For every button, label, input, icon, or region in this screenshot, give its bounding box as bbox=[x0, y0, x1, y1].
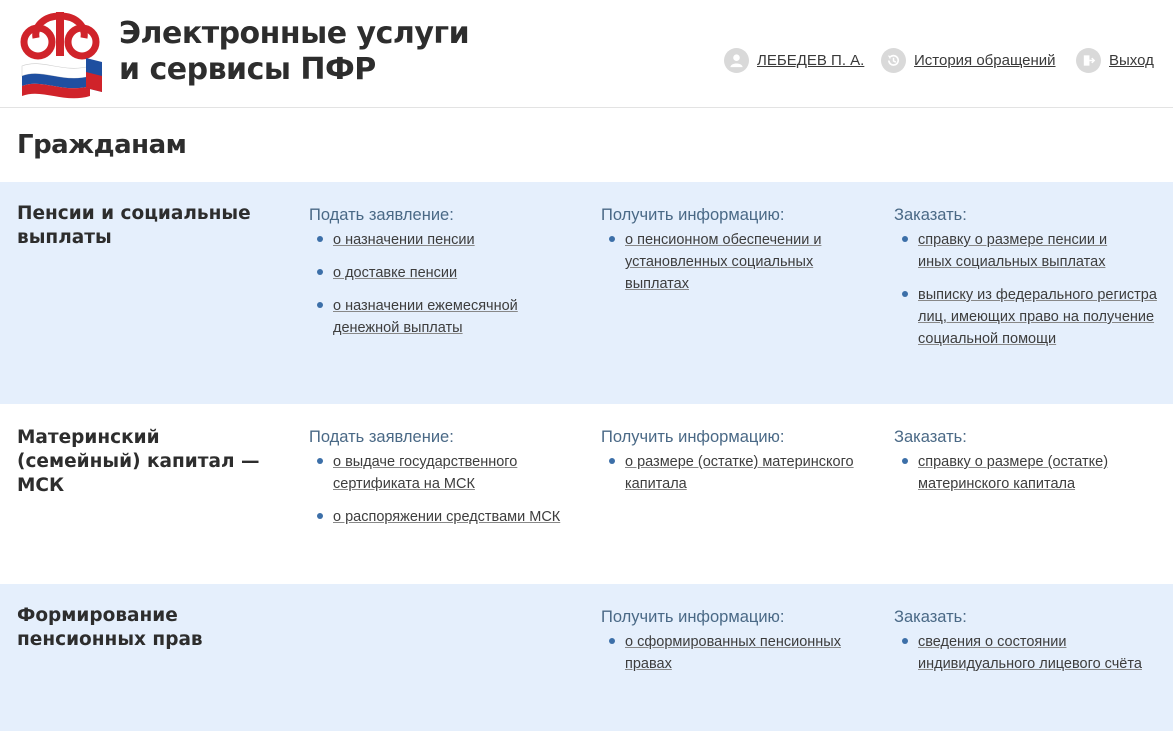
service-link[interactable]: о выдаче государственного сертификата на… bbox=[333, 451, 533, 495]
apply-heading: Подать заявление: bbox=[309, 428, 454, 446]
service-link[interactable]: о доставке пенсии bbox=[333, 262, 579, 284]
service-link[interactable]: о пенсионном обеспечении и установленных… bbox=[625, 229, 840, 295]
logout-link[interactable]: Выход bbox=[1109, 52, 1154, 69]
order-list: справку о размере пенсии и иных социальн… bbox=[894, 229, 1160, 350]
section-title: Материнский (семейный) капитал — МСК bbox=[17, 427, 260, 496]
service-link[interactable]: о назначении ежемесячной денежной выплат… bbox=[333, 295, 533, 339]
apply-column: Подать заявление: о выдаче государственн… bbox=[309, 426, 579, 539]
list-item: справку о размере пенсии и иных социальн… bbox=[894, 229, 1160, 273]
user-name-link[interactable]: ЛЕБЕДЕВ П. А. bbox=[757, 52, 864, 69]
user-avatar-icon bbox=[724, 47, 749, 73]
site-title-line2: и сервисы ПФР bbox=[119, 52, 376, 87]
order-heading: Заказать: bbox=[894, 206, 967, 224]
list-item: справку о размере (остатке) материнского… bbox=[894, 451, 1160, 495]
history-clock-icon bbox=[881, 47, 906, 73]
list-item: о выдаче государственного сертификата на… bbox=[309, 451, 579, 495]
info-column: Получить информацию: о размере (остатке)… bbox=[601, 426, 871, 506]
list-item: о размере (остатке) материнского капитал… bbox=[601, 451, 871, 495]
list-item: о сформированных пенсионных правах bbox=[601, 631, 871, 675]
section-title: Формирование пенсионных прав bbox=[17, 605, 203, 650]
site-header: Электронные услуги и сервисы ПФР ЛЕБЕДЕВ… bbox=[0, 0, 1173, 108]
service-link[interactable]: сведения о состоянии индивидуального лиц… bbox=[918, 631, 1158, 675]
info-heading: Получить информацию: bbox=[601, 608, 785, 626]
info-column: Получить информацию: о сформированных пе… bbox=[601, 606, 871, 686]
apply-list: о выдаче государственного сертификата на… bbox=[309, 451, 579, 528]
list-item: о распоряжении средствами МСК bbox=[309, 506, 579, 528]
info-list: о сформированных пенсионных правах bbox=[601, 631, 871, 675]
site-title: Электронные услуги и сервисы ПФР bbox=[119, 16, 470, 88]
section-pension-rights: Формирование пенсионных прав Получить ин… bbox=[0, 584, 1173, 731]
info-list: о пенсионном обеспечении и установленных… bbox=[601, 229, 861, 295]
service-link[interactable]: выписку из федерального регистра лиц, им… bbox=[918, 284, 1158, 350]
service-link[interactable]: справку о размере (остатке) материнского… bbox=[918, 451, 1123, 495]
list-item: о пенсионном обеспечении и установленных… bbox=[601, 229, 861, 295]
order-list: справку о размере (остатке) материнского… bbox=[894, 451, 1160, 495]
section-maternity-capital: Материнский (семейный) капитал — МСК Под… bbox=[0, 404, 1173, 584]
user-profile[interactable]: ЛЕБЕДЕВ П. А. bbox=[724, 47, 864, 73]
history-link[interactable]: История обращений bbox=[914, 52, 1056, 69]
list-item: выписку из федерального регистра лиц, им… bbox=[894, 284, 1160, 350]
order-column: Заказать: сведения о состоянии индивидуа… bbox=[894, 606, 1164, 686]
list-item: о назначении ежемесячной денежной выплат… bbox=[309, 295, 579, 339]
order-column: Заказать: справку о размере пенсии и ины… bbox=[894, 204, 1160, 361]
history-nav[interactable]: История обращений bbox=[881, 47, 1056, 73]
service-link[interactable]: о распоряжении средствами МСК bbox=[333, 506, 579, 528]
order-column: Заказать: справку о размере (остатке) ма… bbox=[894, 426, 1160, 506]
service-link[interactable]: справку о размере пенсии и иных социальн… bbox=[918, 229, 1123, 273]
pfr-logo[interactable] bbox=[14, 8, 106, 100]
section-title: Пенсии и социальные выплаты bbox=[17, 203, 251, 248]
list-item: о назначении пенсии bbox=[309, 229, 579, 251]
apply-list: о назначении пенсии о доставке пенсии о … bbox=[309, 229, 579, 339]
logout-nav[interactable]: Выход bbox=[1076, 47, 1154, 73]
service-link[interactable]: о назначении пенсии bbox=[333, 229, 579, 251]
logout-door-icon bbox=[1076, 47, 1101, 73]
page-heading: Гражданам bbox=[17, 130, 187, 160]
apply-column: Подать заявление: о назначении пенсии о … bbox=[309, 204, 579, 350]
list-item: сведения о состоянии индивидуального лиц… bbox=[894, 631, 1164, 675]
info-column: Получить информацию: о пенсионном обеспе… bbox=[601, 204, 861, 306]
info-list: о размере (остатке) материнского капитал… bbox=[601, 451, 871, 495]
service-link[interactable]: о размере (остатке) материнского капитал… bbox=[625, 451, 865, 495]
list-item: о доставке пенсии bbox=[309, 262, 579, 284]
order-heading: Заказать: bbox=[894, 608, 967, 626]
service-link[interactable]: о сформированных пенсионных правах bbox=[625, 631, 865, 675]
site-title-line1: Электронные услуги bbox=[119, 16, 470, 51]
apply-heading: Подать заявление: bbox=[309, 206, 454, 224]
info-heading: Получить информацию: bbox=[601, 428, 785, 446]
section-pensions: Пенсии и социальные выплаты Подать заявл… bbox=[0, 182, 1173, 404]
order-list: сведения о состоянии индивидуального лиц… bbox=[894, 631, 1164, 675]
order-heading: Заказать: bbox=[894, 428, 967, 446]
info-heading: Получить информацию: bbox=[601, 206, 785, 224]
